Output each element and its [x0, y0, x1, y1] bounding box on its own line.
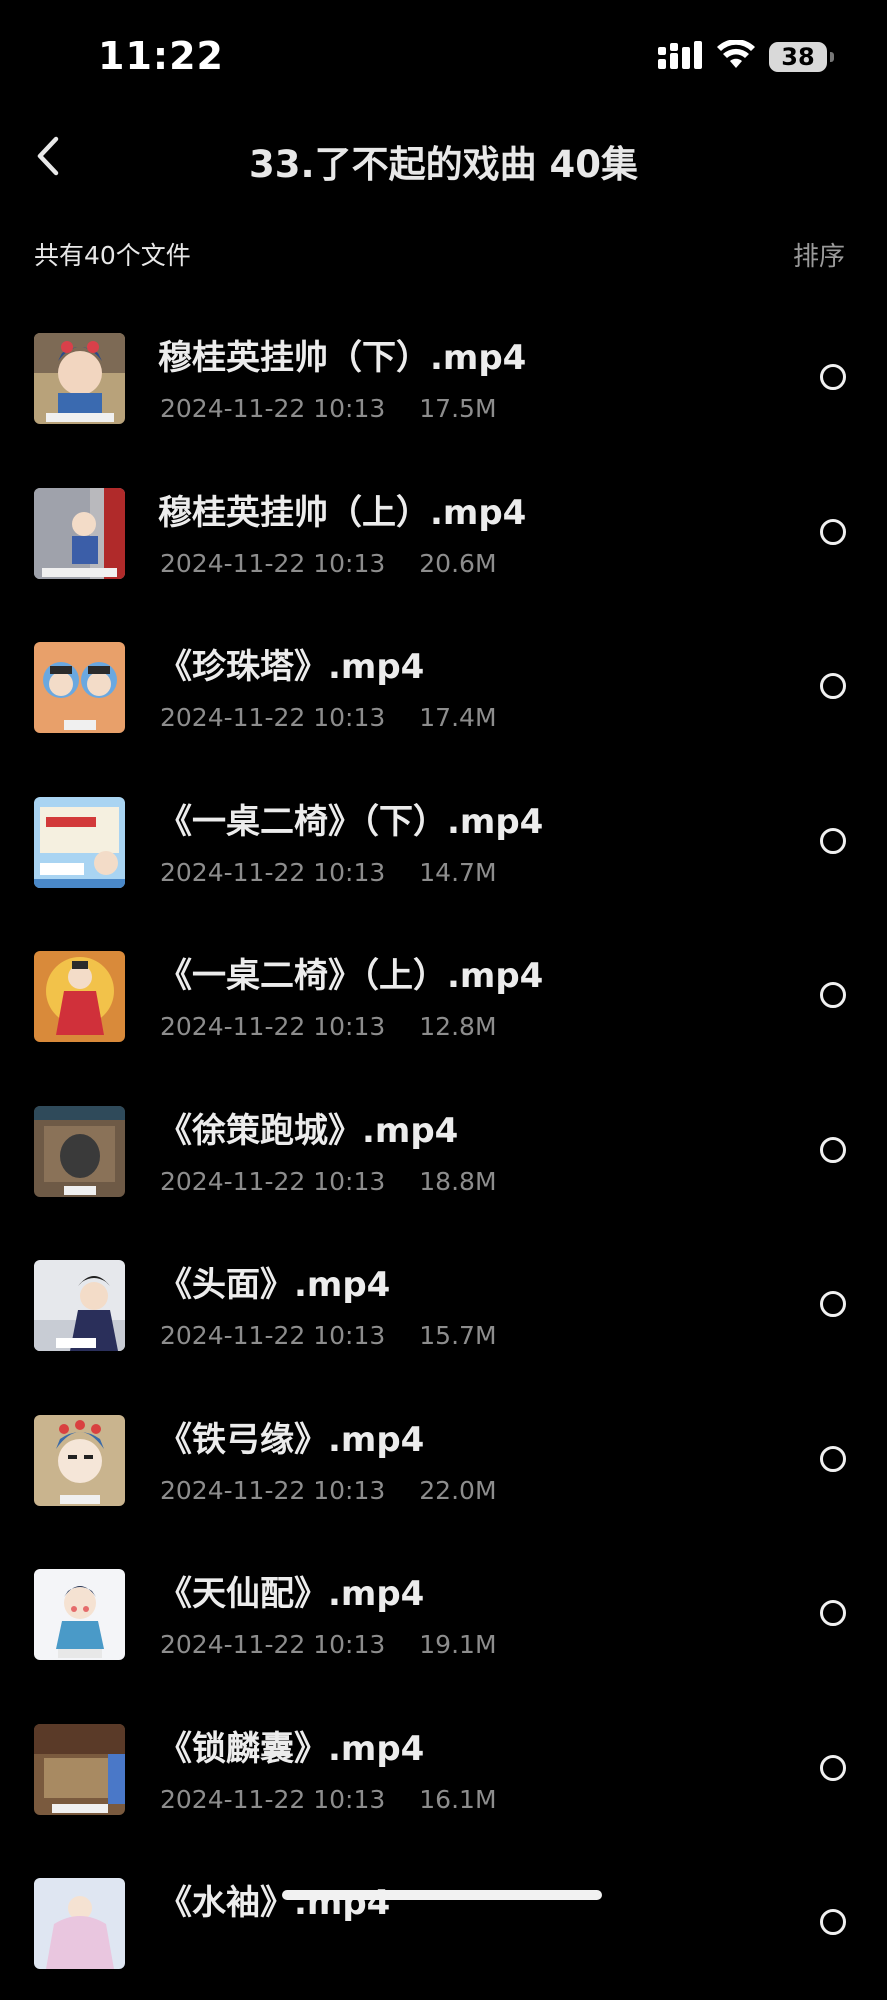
file-name: 《天仙配》.mp4	[158, 1574, 425, 1614]
file-row[interactable]: 《一桌二椅》（下）.mp4 2024-11-22 10:13 14.7M	[0, 764, 887, 919]
file-row[interactable]: 穆桂英挂帅（上）.mp4 2024-11-22 10:13 20.6M	[0, 455, 887, 610]
file-list: 穆桂英挂帅（下）.mp4 2024-11-22 10:13 17.5M 穆桂英挂帅…	[0, 300, 887, 2000]
file-date: 2024-11-22 10:13	[160, 1012, 386, 1041]
file-name: 《珍珠塔》.mp4	[158, 647, 425, 687]
file-size: 22.0M	[419, 1475, 497, 1505]
file-size: 14.7M	[419, 857, 497, 887]
file-size: 20.6M	[419, 548, 497, 578]
battery-level: 38	[781, 43, 815, 71]
video-thumbnail	[34, 1414, 125, 1506]
select-radio[interactable]	[820, 1291, 846, 1317]
video-thumbnail	[34, 1260, 125, 1351]
file-row[interactable]: 《徐策跑城》.mp4 2024-11-22 10:13 18.8M	[0, 1073, 887, 1228]
file-count-label: 共有40个文件	[34, 241, 191, 270]
video-thumbnail	[34, 642, 125, 733]
wifi-icon	[717, 39, 755, 74]
video-thumbnail	[34, 796, 125, 888]
file-row[interactable]: 《锁麟囊》.mp4 2024-11-22 10:13 16.1M	[0, 1691, 887, 1846]
battery-tip	[830, 52, 834, 62]
select-radio[interactable]	[820, 1600, 846, 1626]
file-date: 2024-11-22 10:13	[160, 1321, 386, 1350]
select-radio[interactable]	[820, 518, 846, 545]
file-row[interactable]: 穆桂英挂帅（下）.mp4 2024-11-22 10:13 17.5M	[0, 300, 887, 455]
home-indicator	[282, 1890, 602, 1900]
file-name: 《铁弓缘》.mp4	[158, 1419, 425, 1460]
page-title: 33.了不起的戏曲 40集	[249, 143, 638, 186]
video-thumbnail	[34, 333, 125, 424]
file-date: 2024-11-22 10:13	[160, 1475, 386, 1505]
file-name: 《锁麟囊》.mp4	[158, 1728, 425, 1769]
file-size: 19.1M	[419, 1630, 497, 1659]
file-size: 12.8M	[419, 1012, 497, 1041]
video-thumbnail	[34, 487, 125, 579]
file-meta: 2024-11-22 10:13 14.7M	[160, 858, 497, 887]
cellular-signal-icon	[657, 40, 703, 74]
status-time: 11:22	[98, 34, 224, 78]
file-row[interactable]: 《珍珠塔》.mp4 2024-11-22 10:13 17.4M	[0, 609, 887, 764]
file-date: 2024-11-22 10:13	[160, 394, 386, 423]
nav-bar: 33.了不起的戏曲 40集	[0, 110, 887, 205]
file-name: 《头面》.mp4	[158, 1265, 391, 1305]
sort-button[interactable]: 排序	[793, 236, 845, 273]
file-meta: 2024-11-22 10:13 17.4M	[160, 703, 497, 732]
file-size: 15.7M	[419, 1321, 497, 1350]
select-radio[interactable]	[820, 673, 846, 699]
file-date: 2024-11-22 10:13	[160, 703, 386, 732]
file-row[interactable]: 《一桌二椅》（上）.mp4 2024-11-22 10:13 12.8M	[0, 918, 887, 1073]
file-size: 17.5M	[419, 394, 497, 423]
select-radio[interactable]	[820, 827, 846, 854]
file-meta: 2024-11-22 10:13 12.8M	[160, 1012, 497, 1041]
file-row[interactable]: 《天仙配》.mp4 2024-11-22 10:13 19.1M	[0, 1536, 887, 1691]
file-size: 17.4M	[419, 703, 497, 732]
battery-icon: 38	[769, 42, 834, 72]
select-radio[interactable]	[820, 1445, 846, 1472]
file-date: 2024-11-22 10:13	[160, 548, 386, 578]
file-meta: 2024-11-22 10:13 17.5M	[160, 394, 497, 423]
file-date: 2024-11-22 10:13	[160, 857, 386, 887]
file-meta: 2024-11-22 10:13 20.6M	[160, 549, 497, 578]
select-radio[interactable]	[820, 1754, 846, 1781]
video-thumbnail	[34, 1723, 125, 1815]
file-row[interactable]: 《铁弓缘》.mp4 2024-11-22 10:13 22.0M	[0, 1382, 887, 1537]
file-name: 《一桌二椅》（上）.mp4	[158, 956, 544, 996]
file-date: 2024-11-22 10:13	[160, 1784, 386, 1814]
video-thumbnail	[34, 1569, 125, 1660]
file-meta: 2024-11-22 10:13 15.7M	[160, 1321, 497, 1350]
file-name: 《一桌二椅》（下）.mp4	[158, 801, 544, 842]
status-icons: 38	[657, 39, 834, 74]
file-meta: 2024-11-22 10:13 22.0M	[160, 1476, 497, 1505]
video-thumbnail	[34, 1878, 125, 1969]
select-radio[interactable]	[820, 982, 846, 1008]
file-row[interactable]: 《水袖》.mp4	[0, 1845, 887, 2000]
file-meta: 2024-11-22 10:13 16.1M	[160, 1785, 497, 1814]
file-row[interactable]: 《头面》.mp4 2024-11-22 10:13 15.7M	[0, 1227, 887, 1382]
file-name: 穆桂英挂帅（下）.mp4	[158, 338, 527, 378]
select-radio[interactable]	[820, 364, 846, 390]
status-bar: 11:22 38	[0, 0, 887, 110]
select-radio[interactable]	[820, 1909, 846, 1935]
file-name: 穆桂英挂帅（上）.mp4	[158, 492, 527, 533]
file-date: 2024-11-22 10:13	[160, 1630, 386, 1659]
file-date: 2024-11-22 10:13	[160, 1166, 386, 1196]
file-size: 16.1M	[419, 1784, 497, 1814]
file-meta	[160, 1939, 194, 1968]
file-meta: 2024-11-22 10:13 19.1M	[160, 1630, 497, 1659]
video-thumbnail	[34, 951, 125, 1042]
select-radio[interactable]	[820, 1136, 846, 1163]
file-meta: 2024-11-22 10:13 18.8M	[160, 1167, 497, 1196]
video-thumbnail	[34, 1105, 125, 1197]
file-name: 《徐策跑城》.mp4	[158, 1110, 459, 1151]
file-size: 18.8M	[419, 1166, 497, 1196]
